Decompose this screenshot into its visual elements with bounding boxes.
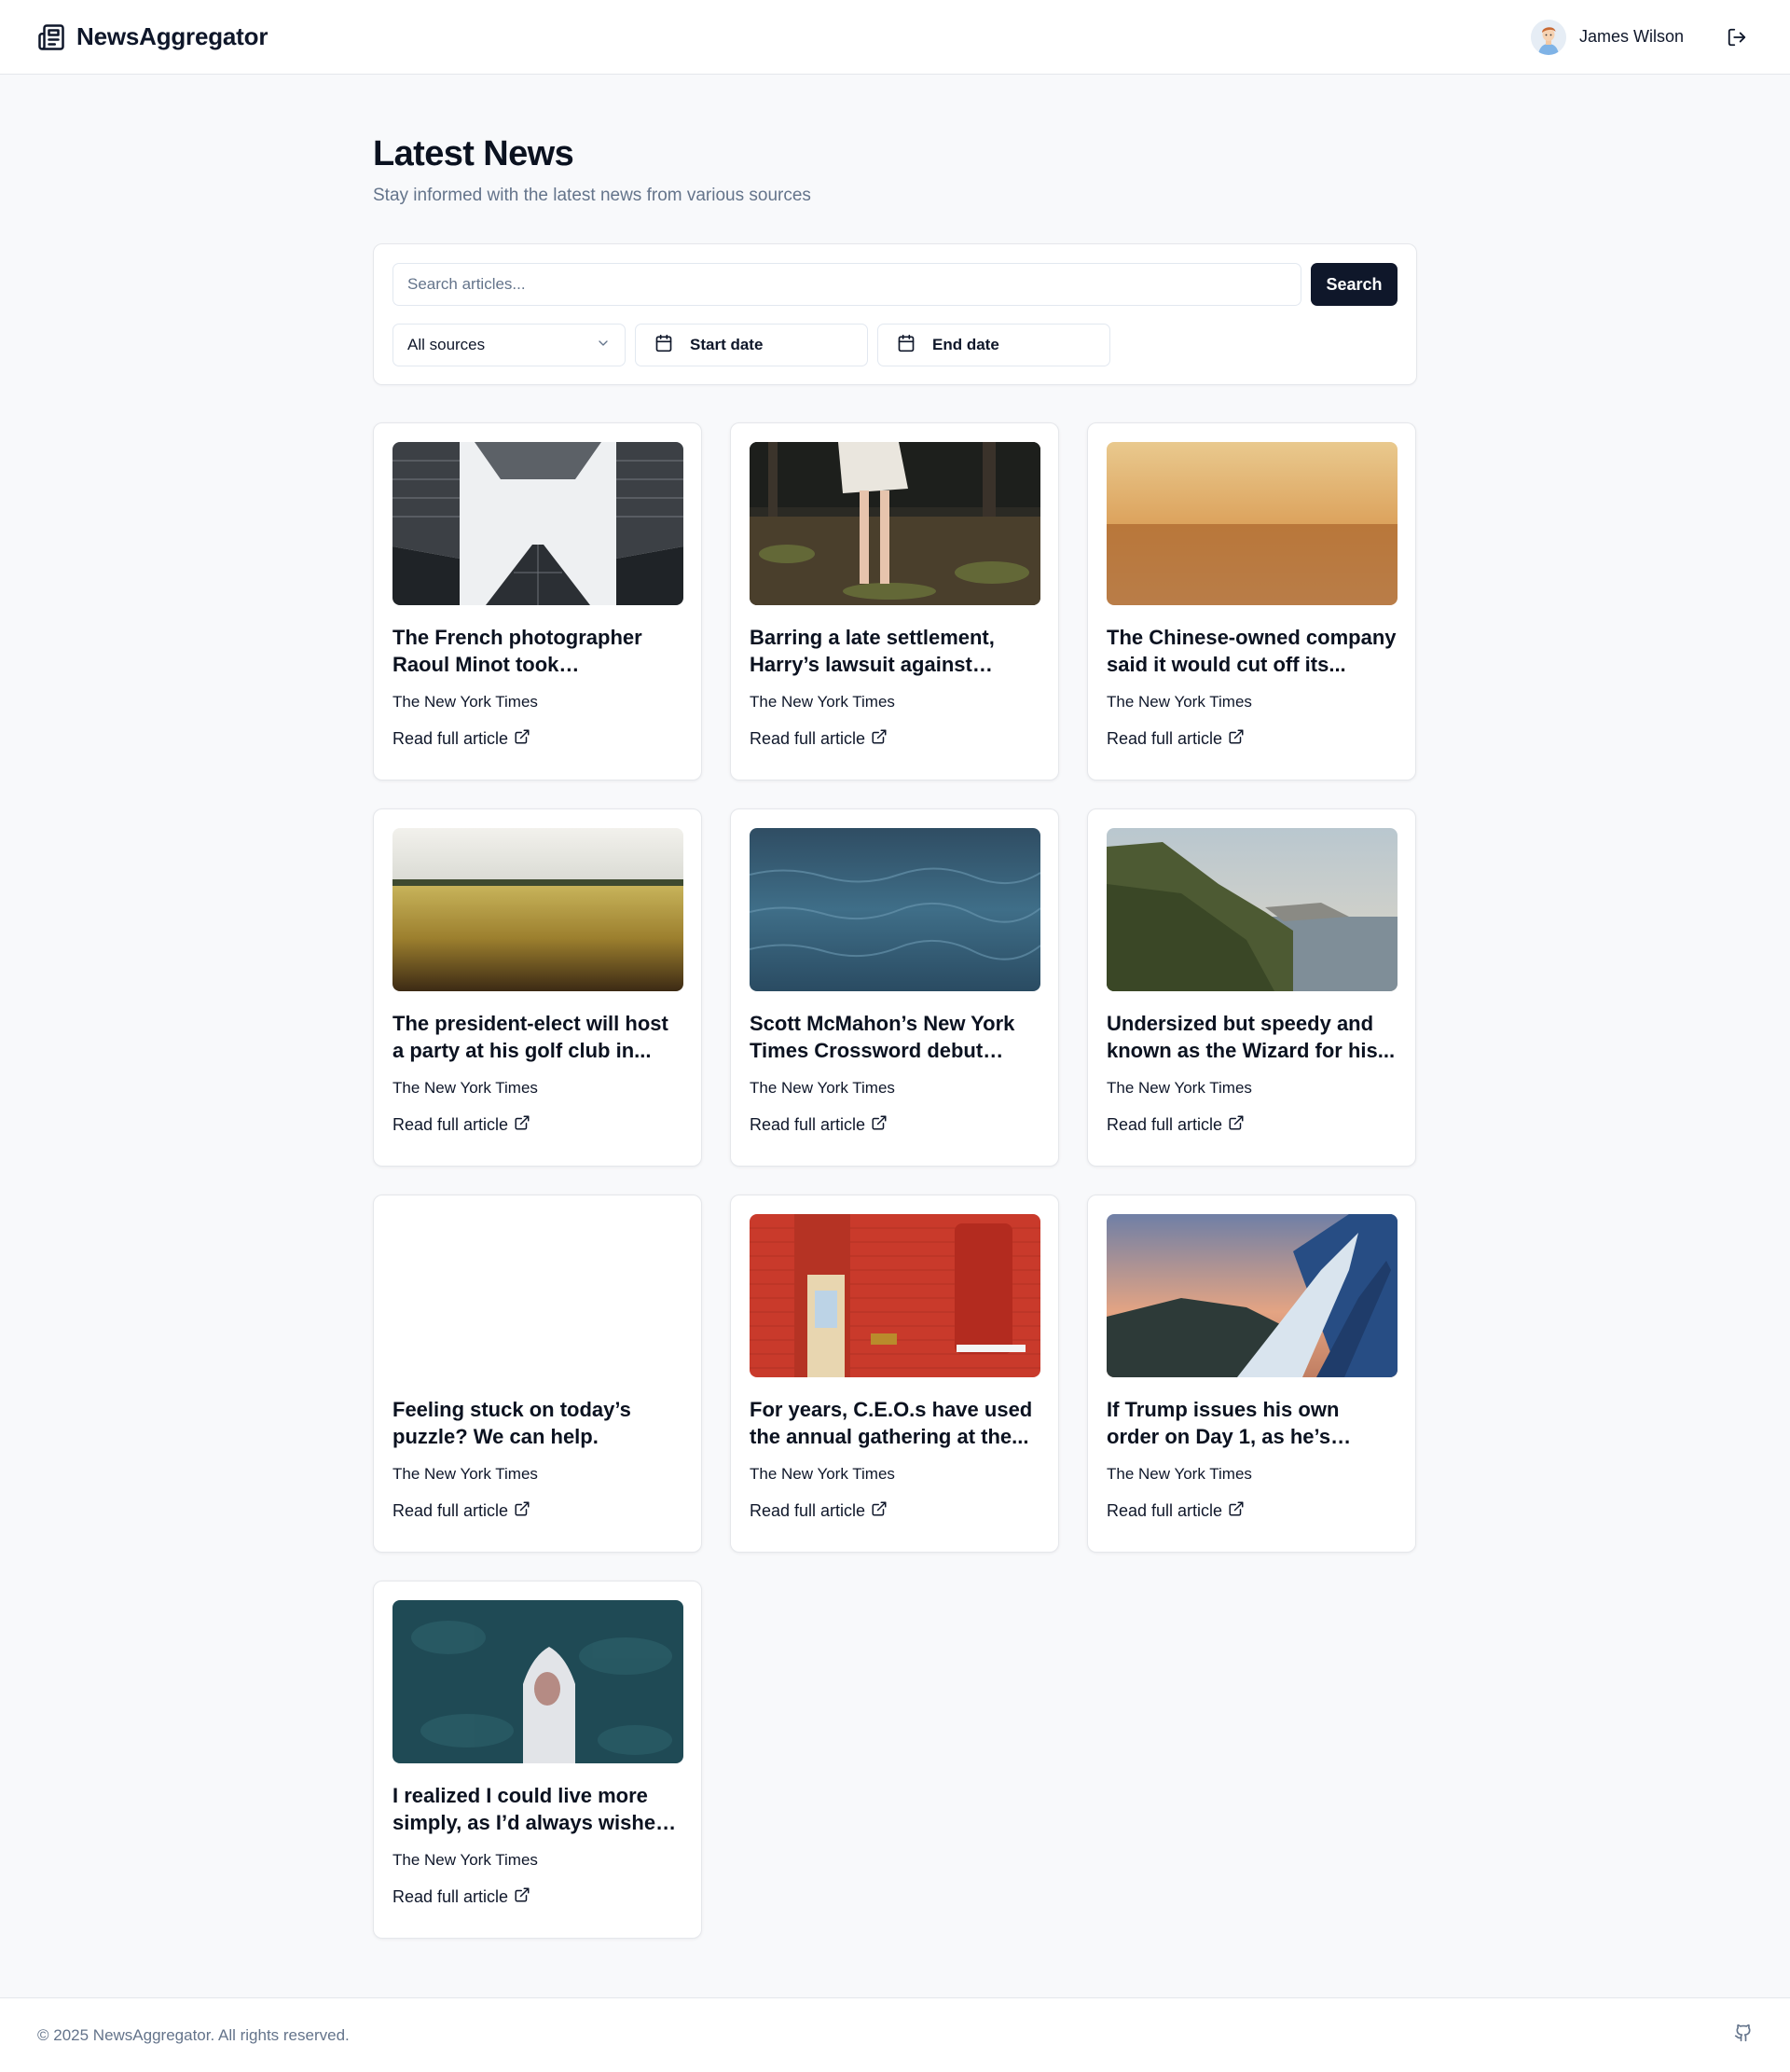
- calendar-icon: [897, 334, 916, 357]
- article-title[interactable]: Scott McMahon’s New York Times Crossword…: [750, 1010, 1040, 1064]
- read-article-label: Read full article: [1107, 1115, 1223, 1134]
- read-article-link[interactable]: Read full article: [392, 728, 682, 750]
- page-title: Latest News: [373, 134, 574, 173]
- user-menu: James Wilson: [1530, 19, 1753, 55]
- search-input[interactable]: [392, 263, 1301, 306]
- external-link-icon: [1228, 1500, 1245, 1522]
- article-title[interactable]: I realized I could live more simply, as …: [392, 1782, 682, 1836]
- article-image[interactable]: [392, 442, 683, 605]
- brand[interactable]: NewsAggregator: [37, 22, 268, 51]
- article-grid: The French photographer Raoul Minot took…: [373, 422, 1417, 1939]
- logout-icon[interactable]: [1721, 21, 1753, 53]
- article-source: The New York Times: [392, 1465, 538, 1483]
- copyright-text: © 2025 NewsAggregator. All rights reserv…: [37, 2025, 350, 2044]
- page-subtitle: Stay informed with the latest news from …: [373, 186, 811, 205]
- article-card: Undersized but speedy and known as the W…: [1087, 808, 1416, 1167]
- read-article-label: Read full article: [392, 1115, 509, 1134]
- footer: © 2025 NewsAggregator. All rights reserv…: [0, 1997, 1790, 2072]
- main-content: Latest News Stay informed with the lates…: [373, 75, 1417, 1939]
- top-nav: NewsAggregator James Wilson: [0, 0, 1790, 75]
- avatar[interactable]: [1530, 19, 1566, 55]
- read-article-link[interactable]: Read full article: [392, 1114, 682, 1136]
- external-link-icon: [1228, 728, 1245, 750]
- read-article-link[interactable]: Read full article: [750, 728, 1040, 750]
- chevron-down-icon: [596, 336, 611, 355]
- start-date-label: Start date: [690, 336, 764, 353]
- read-article-link[interactable]: Read full article: [750, 1500, 1040, 1522]
- article-source: The New York Times: [750, 1465, 895, 1483]
- start-date-picker[interactable]: Start date: [635, 324, 868, 366]
- article-title[interactable]: If Trump issues his own order on Day 1, …: [1107, 1396, 1397, 1450]
- read-article-link[interactable]: Read full article: [392, 1886, 682, 1908]
- article-card: If Trump issues his own order on Day 1, …: [1087, 1195, 1416, 1553]
- source-select[interactable]: All sources: [392, 324, 626, 366]
- external-link-icon: [1228, 1114, 1245, 1136]
- article-source: The New York Times: [750, 693, 895, 711]
- filter-panel: Search All sources Start date End date: [373, 243, 1417, 385]
- external-link-icon: [871, 728, 888, 750]
- read-article-label: Read full article: [1107, 729, 1223, 748]
- search-button[interactable]: Search: [1311, 263, 1398, 306]
- read-article-link[interactable]: Read full article: [1107, 728, 1397, 750]
- article-card: Scott McMahon’s New York Times Crossword…: [730, 808, 1059, 1167]
- external-link-icon: [514, 1500, 530, 1522]
- newspaper-icon: [37, 23, 65, 51]
- article-title[interactable]: Feeling stuck on today’s puzzle? We can …: [392, 1396, 682, 1450]
- article-card: The French photographer Raoul Minot took…: [373, 422, 702, 780]
- read-article-label: Read full article: [750, 1115, 866, 1134]
- article-card: The president-elect will host a party at…: [373, 808, 702, 1167]
- article-source: The New York Times: [1107, 693, 1252, 711]
- article-title[interactable]: The president-elect will host a party at…: [392, 1010, 682, 1064]
- article-card: I realized I could live more simply, as …: [373, 1581, 702, 1939]
- article-image[interactable]: [1107, 442, 1398, 605]
- article-title[interactable]: Undersized but speedy and known as the W…: [1107, 1010, 1397, 1064]
- external-link-icon: [514, 728, 530, 750]
- calendar-icon: [654, 334, 673, 357]
- article-title[interactable]: The Chinese-owned company said it would …: [1107, 624, 1397, 678]
- article-card: For years, C.E.O.s have used the annual …: [730, 1195, 1059, 1553]
- article-source: The New York Times: [750, 1079, 895, 1097]
- end-date-label: End date: [932, 336, 999, 353]
- article-image[interactable]: [750, 828, 1040, 991]
- github-icon[interactable]: [1734, 2024, 1753, 2047]
- article-image[interactable]: [1107, 828, 1398, 991]
- read-article-link[interactable]: Read full article: [750, 1114, 1040, 1136]
- article-source: The New York Times: [392, 693, 538, 711]
- article-card: Feeling stuck on today’s puzzle? We can …: [373, 1195, 702, 1553]
- read-article-label: Read full article: [392, 1501, 509, 1520]
- external-link-icon: [514, 1886, 530, 1908]
- read-article-label: Read full article: [750, 1501, 866, 1520]
- read-article-label: Read full article: [392, 729, 509, 748]
- read-article-link[interactable]: Read full article: [1107, 1500, 1397, 1522]
- read-article-label: Read full article: [392, 1887, 509, 1906]
- article-card: Barring a late settlement, Harry’s lawsu…: [730, 422, 1059, 780]
- article-image[interactable]: [750, 442, 1040, 605]
- read-article-link[interactable]: Read full article: [1107, 1114, 1397, 1136]
- brand-name: NewsAggregator: [76, 22, 268, 50]
- article-source: The New York Times: [392, 1079, 538, 1097]
- article-source: The New York Times: [1107, 1079, 1252, 1097]
- article-card: The Chinese-owned company said it would …: [1087, 422, 1416, 780]
- article-source: The New York Times: [1107, 1465, 1252, 1483]
- read-article-label: Read full article: [750, 729, 866, 748]
- article-source: The New York Times: [392, 1851, 538, 1869]
- article-image[interactable]: [392, 1600, 683, 1763]
- article-image[interactable]: [1107, 1214, 1398, 1377]
- read-article-link[interactable]: Read full article: [392, 1500, 682, 1522]
- article-image[interactable]: [750, 1214, 1040, 1377]
- article-title[interactable]: The French photographer Raoul Minot took…: [392, 624, 682, 678]
- external-link-icon: [514, 1114, 530, 1136]
- user-name: James Wilson: [1578, 27, 1684, 46]
- source-select-value: All sources: [407, 336, 486, 353]
- external-link-icon: [871, 1114, 888, 1136]
- article-image[interactable]: [392, 828, 683, 991]
- read-article-label: Read full article: [1107, 1501, 1223, 1520]
- article-image-placeholder: [392, 1214, 683, 1377]
- article-title[interactable]: For years, C.E.O.s have used the annual …: [750, 1396, 1040, 1450]
- article-title[interactable]: Barring a late settlement, Harry’s lawsu…: [750, 624, 1040, 678]
- external-link-icon: [871, 1500, 888, 1522]
- end-date-picker[interactable]: End date: [877, 324, 1110, 366]
